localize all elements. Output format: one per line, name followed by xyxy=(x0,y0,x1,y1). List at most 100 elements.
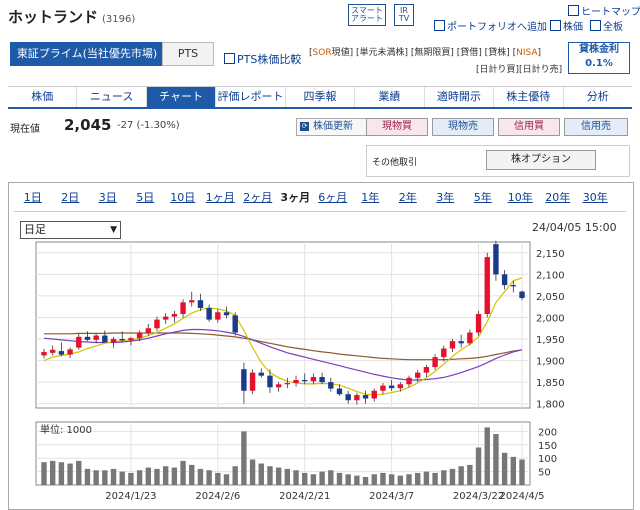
candle-body xyxy=(258,372,264,376)
candle-body xyxy=(423,367,430,373)
candle-body xyxy=(58,351,65,355)
volume-bar xyxy=(49,460,56,485)
volume-bar xyxy=(162,466,169,485)
volume-bar xyxy=(267,466,273,485)
price-pane xyxy=(35,241,531,409)
volume-bar xyxy=(93,470,99,485)
candle-body xyxy=(180,302,186,315)
volume-bar xyxy=(76,460,82,485)
candle-body xyxy=(371,390,377,399)
volume-bar xyxy=(180,460,186,485)
stock-chart: 2,150 2,100 2,050 2,000 1,950 1,900 1,850 1,800… xyxy=(35,240,565,502)
volume-bar xyxy=(406,474,412,485)
candle-body xyxy=(49,349,56,353)
candle-body xyxy=(241,369,247,391)
candle-body xyxy=(67,349,73,355)
candle-body xyxy=(41,351,47,356)
volume-bar xyxy=(310,474,317,485)
candle-body xyxy=(406,377,412,385)
volume-bar xyxy=(475,447,482,485)
volume-bar xyxy=(328,470,334,485)
volume-bar xyxy=(119,471,125,485)
candle-body xyxy=(102,335,108,343)
volume-bar xyxy=(510,456,517,485)
x-axis-date-label: 2024/3/22 xyxy=(453,491,504,502)
candle-body xyxy=(275,384,282,388)
x-axis-date-label: 2024/4/5 xyxy=(500,491,545,502)
candle-body xyxy=(93,335,99,340)
volume-bar xyxy=(501,452,508,485)
candle-body xyxy=(475,314,482,333)
volume-bar xyxy=(67,463,73,485)
candle-body xyxy=(128,338,134,341)
volume-bar xyxy=(380,472,386,485)
candle-body xyxy=(362,395,369,399)
volume-bar xyxy=(432,472,438,485)
volume-bar xyxy=(84,468,91,485)
candle-body xyxy=(171,314,178,317)
candle-body xyxy=(154,319,160,329)
x-axis-date-label: 2024/2/6 xyxy=(195,491,240,502)
candle-body xyxy=(510,285,517,287)
candle-body xyxy=(397,384,404,389)
volume-bar xyxy=(215,472,221,485)
volume-bar xyxy=(154,468,160,485)
volume-bar xyxy=(258,463,264,485)
candle-body xyxy=(501,274,508,286)
volume-bar xyxy=(232,466,238,485)
volume-tick-label: 100 xyxy=(538,454,557,465)
candle-body xyxy=(449,341,456,349)
candle-body xyxy=(249,372,256,391)
volume-bar xyxy=(441,470,447,485)
candle-body xyxy=(388,385,395,389)
candle-body xyxy=(319,376,325,383)
volume-tick-label: 50 xyxy=(538,468,551,479)
volume-bar xyxy=(449,468,456,485)
volume-bar xyxy=(206,470,212,485)
volume-bar xyxy=(58,462,65,485)
x-axis-date-label: 2024/2/21 xyxy=(279,491,330,502)
candle-body xyxy=(302,379,308,382)
candle-body xyxy=(328,382,334,389)
volume-bar xyxy=(336,472,343,485)
volume-bar xyxy=(241,431,247,485)
volume-bar xyxy=(371,474,377,485)
candle-body xyxy=(232,315,238,333)
candle-body xyxy=(415,372,421,378)
price-tick-label: 2,150 xyxy=(536,249,565,260)
candle-body xyxy=(484,257,490,315)
volume-bar xyxy=(223,474,230,485)
volume-bar xyxy=(493,434,499,485)
price-tick-label: 1,950 xyxy=(536,335,565,346)
volume-bar xyxy=(189,464,195,485)
candle-body xyxy=(354,395,360,401)
volume-bar xyxy=(345,474,351,485)
candle-body xyxy=(76,336,82,348)
volume-bar xyxy=(197,468,204,485)
candle-body xyxy=(441,348,447,358)
volume-unit-label: 単位: 1000 xyxy=(40,423,92,436)
volume-bar xyxy=(319,471,325,485)
candle-body xyxy=(136,332,143,339)
candle-body xyxy=(84,336,91,340)
candle-body xyxy=(493,244,499,275)
volume-bar xyxy=(302,472,308,485)
candle-body xyxy=(519,291,525,299)
volume-bar xyxy=(519,459,525,485)
volume-bar xyxy=(275,467,282,485)
volume-tick-label: 200 xyxy=(538,427,557,438)
volume-bar xyxy=(458,466,464,485)
candle-body xyxy=(110,339,117,343)
candle-body xyxy=(267,375,273,388)
x-axis-date-label: 2024/1/23 xyxy=(105,491,156,502)
price-tick-label: 1,850 xyxy=(536,378,565,389)
volume-bar xyxy=(128,472,134,485)
volume-bar xyxy=(284,468,291,485)
candle-body xyxy=(467,332,473,344)
candle-body xyxy=(293,379,299,383)
volume-tick-label: 150 xyxy=(538,441,557,452)
volume-bar xyxy=(293,470,299,485)
volume-bar xyxy=(145,467,151,485)
volume-bar xyxy=(397,475,404,485)
candle-body xyxy=(345,394,351,401)
